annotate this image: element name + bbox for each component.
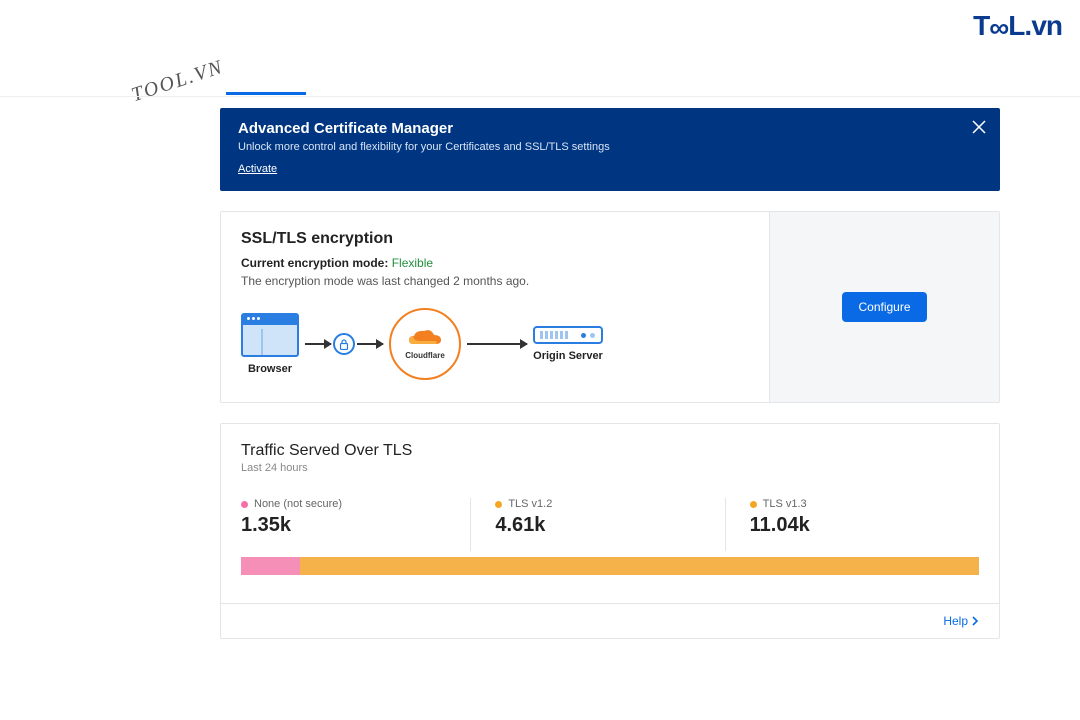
chevron-right-icon (972, 616, 979, 626)
stat-tls13: TLS v1.3 11.04k (725, 498, 979, 551)
arrow-icon (357, 343, 383, 345)
encryption-mode-label: Current encryption mode: (241, 256, 388, 270)
stat-label: TLS v1.3 (763, 498, 807, 510)
activate-link[interactable]: Activate (238, 163, 277, 176)
configure-button[interactable]: Configure (842, 292, 926, 322)
arrow-icon (467, 343, 527, 345)
ssl-title: SSL/TLS encryption (241, 230, 749, 248)
stat-value: 11.04k (750, 514, 979, 537)
browser-label: Browser (248, 363, 292, 375)
stat-value: 4.61k (495, 514, 724, 537)
bar-segment-tls13 (500, 557, 979, 575)
cloudflare-icon: Cloudflare (389, 308, 461, 380)
browser-icon (241, 313, 299, 357)
cloudflare-label: Cloudflare (405, 351, 445, 360)
traffic-tls-card: Traffic Served Over TLS Last 24 hours No… (220, 423, 1000, 639)
tab-active-underline (226, 92, 306, 95)
help-link[interactable]: Help (221, 603, 999, 638)
brand-watermark-diag: TOOL.VN (129, 56, 227, 107)
traffic-subtitle: Last 24 hours (241, 462, 979, 474)
acm-banner-desc: Unlock more control and flexibility for … (238, 141, 982, 153)
encryption-diagram: Browser Cloudflare (241, 308, 749, 380)
encryption-mode-desc: The encryption mode was last changed 2 m… (241, 274, 749, 288)
help-label: Help (943, 614, 968, 628)
arrow-icon (305, 343, 331, 345)
brand-watermark-logo: T∞L.vn (973, 10, 1062, 42)
origin-label: Origin Server (533, 350, 603, 362)
bar-segment-none (241, 557, 300, 575)
acm-banner-title: Advanced Certificate Manager (238, 120, 982, 137)
traffic-stats-row: None (not secure) 1.35k TLS v1.2 4.61k T… (241, 498, 979, 551)
traffic-bar-chart (241, 557, 979, 575)
stat-none: None (not secure) 1.35k (241, 498, 470, 551)
encryption-mode-line: Current encryption mode: Flexible (241, 256, 749, 270)
dot-icon (241, 501, 248, 508)
encryption-mode-value: Flexible (392, 256, 433, 270)
traffic-title: Traffic Served Over TLS (241, 442, 979, 460)
header-divider (0, 96, 1080, 97)
ssl-encryption-card: SSL/TLS encryption Current encryption mo… (220, 211, 1000, 403)
bar-segment-tls12 (300, 557, 500, 575)
stat-label: None (not secure) (254, 498, 342, 510)
dot-icon (495, 501, 502, 508)
acm-banner: Advanced Certificate Manager Unlock more… (220, 108, 1000, 191)
close-icon[interactable] (970, 118, 988, 136)
dot-icon (750, 501, 757, 508)
stat-label: TLS v1.2 (508, 498, 552, 510)
server-icon (533, 326, 603, 344)
stat-tls12: TLS v1.2 4.61k (470, 498, 724, 551)
lock-icon (333, 333, 355, 355)
stat-value: 1.35k (241, 514, 470, 537)
